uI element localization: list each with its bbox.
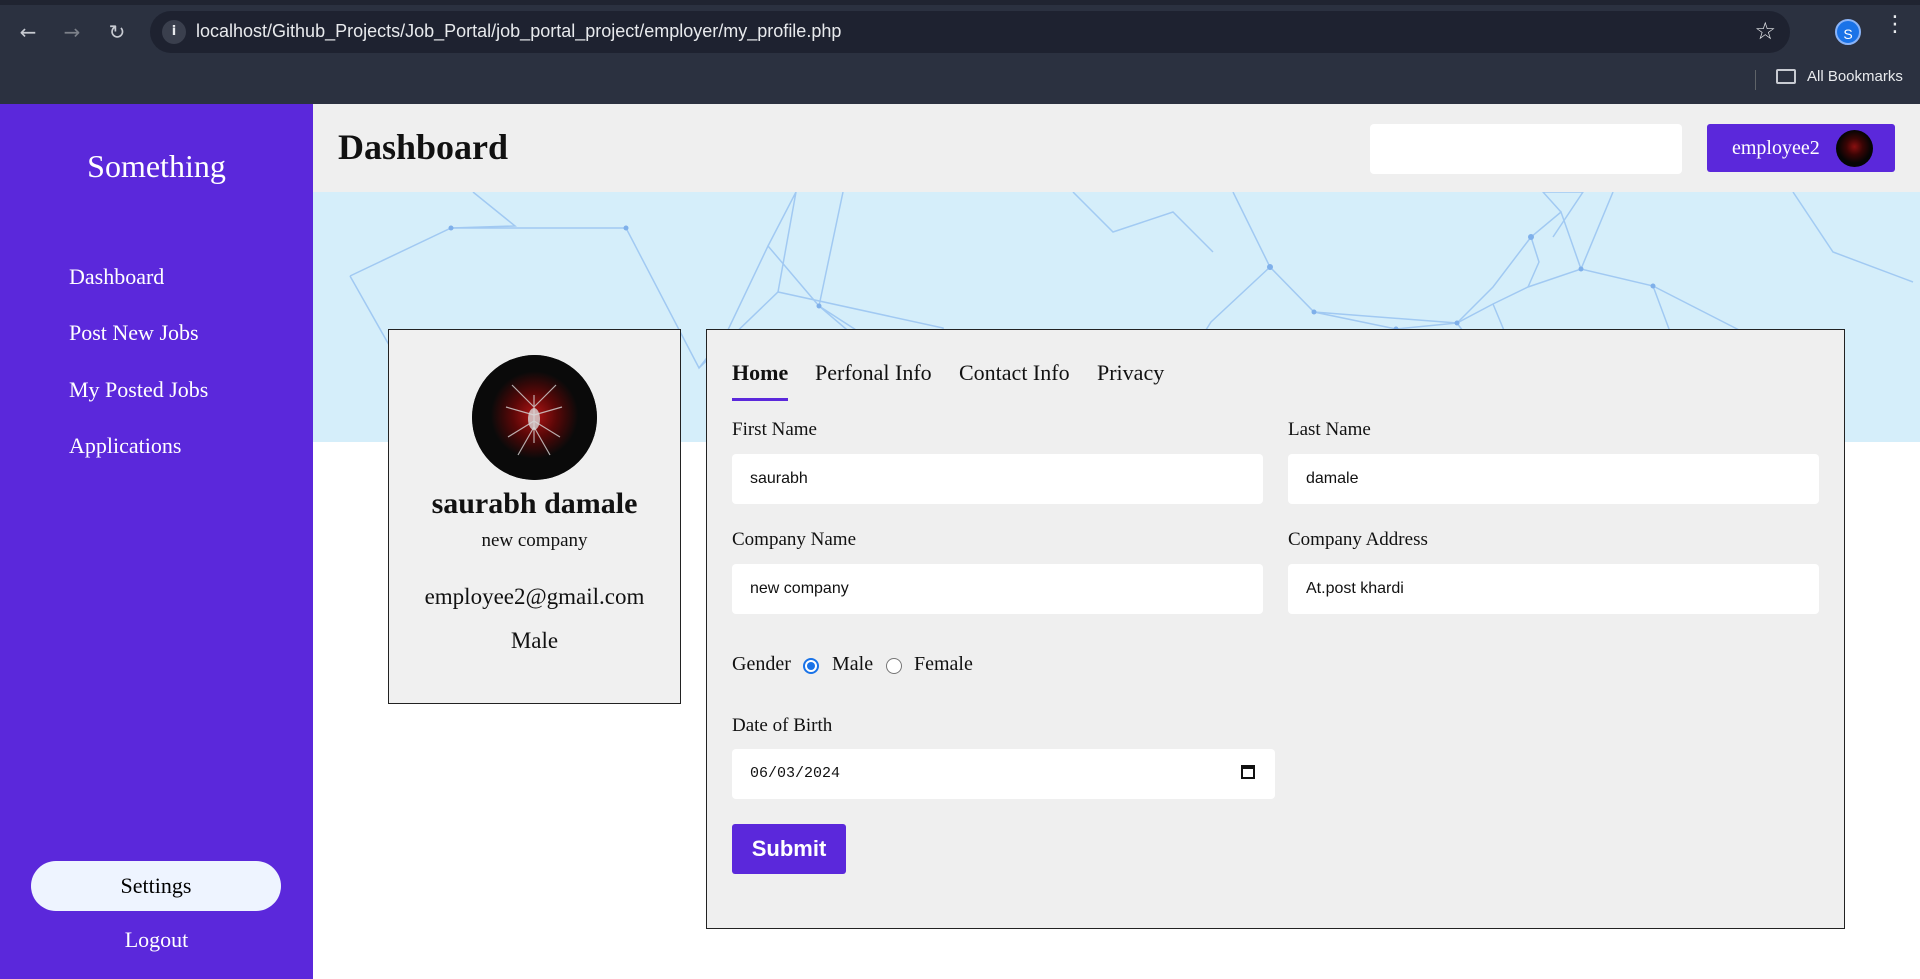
company-address-field[interactable]: At.post khardi bbox=[1288, 564, 1819, 614]
first-name-field[interactable]: saurabh bbox=[732, 454, 1263, 504]
last-name-field[interactable]: damale bbox=[1288, 454, 1819, 504]
page-title: Dashboard bbox=[338, 127, 509, 167]
user-name: employee2 bbox=[1732, 137, 1820, 159]
dob-value[interactable]: 06/03/2024 bbox=[750, 765, 840, 782]
reload-icon[interactable]: ↻ bbox=[103, 18, 131, 46]
profile-company: new company bbox=[481, 530, 588, 551]
avatar bbox=[1836, 130, 1873, 167]
sidebar-item-my-posted-jobs[interactable]: My Posted Jobs bbox=[69, 377, 208, 403]
profile-avatar bbox=[472, 355, 597, 480]
first-name-label: First Name bbox=[732, 419, 817, 440]
tab-contact-info[interactable]: Contact Info bbox=[959, 360, 1070, 386]
tab-home[interactable]: Home bbox=[732, 360, 788, 386]
address-bar[interactable]: i localhost/Github_Projects/Job_Portal/j… bbox=[150, 11, 1790, 53]
dob-field[interactable]: 06/03/2024 bbox=[732, 749, 1275, 799]
gender-female-radio[interactable] bbox=[886, 658, 902, 674]
url-text[interactable]: localhost/Github_Projects/Job_Portal/job… bbox=[196, 21, 841, 42]
bookmark-star-icon[interactable]: ☆ bbox=[1754, 17, 1776, 45]
brand-logo[interactable]: Something bbox=[0, 148, 313, 185]
gender-female-label[interactable]: Female bbox=[914, 653, 973, 676]
user-menu-button[interactable]: employee2 bbox=[1707, 124, 1895, 172]
settings-button[interactable]: Settings bbox=[31, 861, 281, 911]
bookmarks-divider bbox=[1755, 70, 1756, 90]
gender-label: Gender bbox=[732, 653, 791, 675]
active-tab-indicator bbox=[732, 398, 788, 401]
bookmarks-bar: All Bookmarks bbox=[0, 64, 1920, 104]
forward-icon[interactable]: → bbox=[58, 18, 86, 46]
company-address-label: Company Address bbox=[1288, 529, 1428, 550]
site-info-icon[interactable]: i bbox=[162, 20, 186, 44]
profile-email: employee2@gmail.com bbox=[424, 584, 645, 609]
spider-emblem-icon bbox=[472, 355, 597, 480]
search-input[interactable] bbox=[1370, 124, 1682, 174]
top-header: Dashboard employee2 bbox=[313, 104, 1920, 192]
sidebar-item-applications[interactable]: Applications bbox=[69, 433, 181, 459]
all-bookmarks-link[interactable]: All Bookmarks bbox=[1807, 68, 1903, 85]
dob-label: Date of Birth bbox=[732, 715, 833, 736]
sidebar-item-post-new-jobs[interactable]: Post New Jobs bbox=[69, 320, 199, 346]
browser-menu-icon[interactable]: ⋮ bbox=[1884, 14, 1906, 36]
gender-male-radio[interactable] bbox=[803, 658, 819, 674]
gender-male-label[interactable]: Male bbox=[832, 653, 873, 676]
folder-icon[interactable] bbox=[1776, 69, 1796, 84]
company-name-label: Company Name bbox=[732, 529, 857, 550]
profile-card: saurabh damale new company employee2@gma… bbox=[388, 329, 681, 704]
logout-link[interactable]: Logout bbox=[0, 927, 313, 953]
sidebar-item-dashboard[interactable]: Dashboard bbox=[69, 264, 164, 290]
browser-toolbar: ← → ↻ i localhost/Github_Projects/Job_Po… bbox=[0, 0, 1920, 64]
submit-button[interactable]: Submit bbox=[732, 824, 846, 874]
back-icon[interactable]: ← bbox=[14, 18, 42, 46]
tab-privacy[interactable]: Privacy bbox=[1097, 360, 1164, 386]
calendar-icon[interactable] bbox=[1241, 765, 1255, 779]
profile-name: saurabh damale bbox=[431, 487, 638, 520]
profile-gender: Male bbox=[510, 628, 559, 653]
browser-chrome: ← → ↻ i localhost/Github_Projects/Job_Po… bbox=[0, 0, 1920, 104]
sidebar: Something Dashboard Post New Jobs My Pos… bbox=[0, 104, 313, 979]
browser-profile-avatar[interactable]: S bbox=[1835, 19, 1861, 45]
profile-form-panel: Home Perfonal Info Contact Info Privacy … bbox=[706, 329, 1845, 929]
tab-strip bbox=[0, 0, 1920, 5]
last-name-label: Last Name bbox=[1288, 419, 1371, 440]
company-name-field[interactable]: new company bbox=[732, 564, 1263, 614]
tab-personal-info[interactable]: Perfonal Info bbox=[815, 360, 932, 386]
